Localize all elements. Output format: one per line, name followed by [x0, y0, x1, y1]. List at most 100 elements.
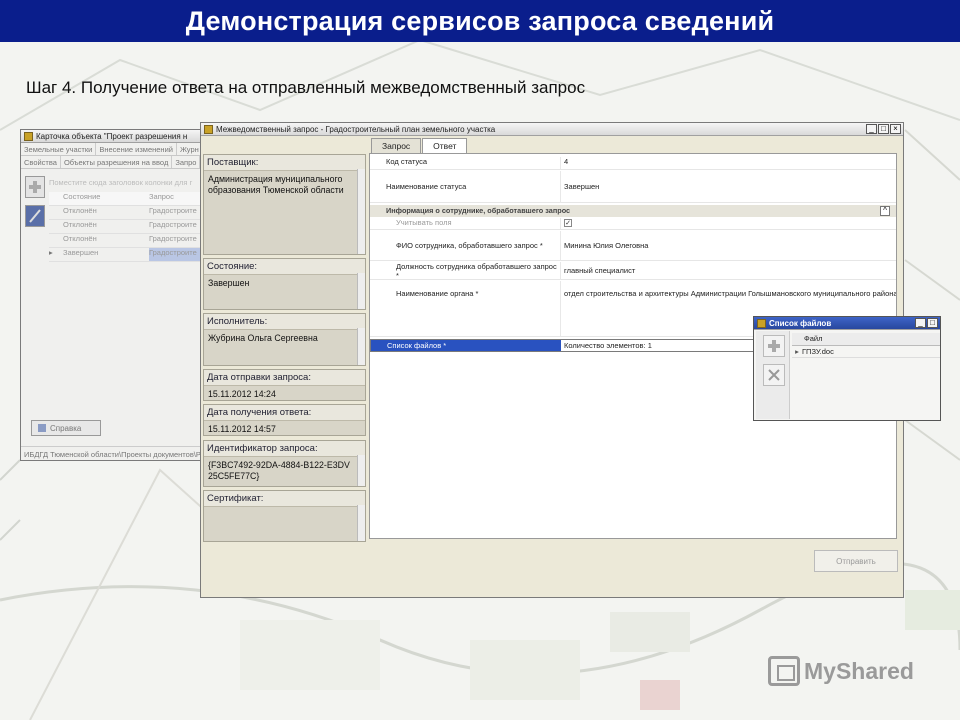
- help-label: Справка: [50, 423, 82, 433]
- send-button[interactable]: Отправить: [814, 550, 898, 572]
- table-row[interactable]: Отклонён Градостроите: [49, 206, 203, 220]
- status-name-row: Наименование статуса Завершен: [370, 170, 896, 203]
- tab-land-plots[interactable]: Земельные участки: [21, 143, 97, 155]
- status-name-label: Наименование статуса: [386, 182, 467, 191]
- sent-date-label: Дата отправки запроса:: [204, 370, 365, 386]
- position-row: Должность сотрудника обработавшего запро…: [370, 261, 896, 280]
- state-value: Завершен: [208, 278, 250, 288]
- table-row[interactable]: Отклонён Градостроите: [49, 234, 203, 248]
- add-file-button[interactable]: [763, 335, 785, 357]
- sent-date-value: 15.11.2012 14:24: [208, 389, 276, 399]
- cell-state: Отклонён: [63, 220, 97, 229]
- certificate-value: [204, 507, 365, 513]
- position-value[interactable]: главный специалист: [560, 261, 896, 280]
- watermark: MyShared: [768, 656, 914, 686]
- consider-fields-label: Учитывать поля: [396, 218, 452, 227]
- request-window-titlebar[interactable]: Межведомственный запрос - Градостроитель…: [201, 123, 903, 136]
- consider-fields-row: Учитывать поля ✓: [370, 218, 896, 230]
- object-card-titlebar[interactable]: Карточка объекта "Проект разрешения н: [21, 130, 201, 143]
- fio-row: ФИО сотрудника, обработавшего запрос * М…: [370, 230, 896, 261]
- status-code-value[interactable]: 4: [560, 157, 896, 169]
- tab-permit-objects[interactable]: Объекты разрешения на ввод: [61, 156, 173, 168]
- table-row[interactable]: Отклонён Градостроите: [49, 220, 203, 234]
- edit-button[interactable]: [25, 205, 45, 227]
- organ-label: Наименование органа *: [396, 289, 479, 298]
- help-icon: [38, 424, 46, 432]
- status-code-row: Код статуса 4: [370, 157, 896, 170]
- file-list-window: Список файлов _ □ Файл ▸ ГПЗУ.doc: [753, 316, 941, 421]
- maximize-button[interactable]: □: [878, 124, 889, 134]
- delete-icon: [768, 369, 780, 381]
- sent-date-field: Дата отправки запроса: 15.11.2012 14:24: [203, 369, 366, 401]
- scrollbar[interactable]: [357, 455, 365, 486]
- file-list-window-controls: _ □: [915, 318, 938, 328]
- window-icon: [24, 131, 33, 141]
- certificate-field: Сертификат:: [203, 490, 366, 542]
- tab-requests[interactable]: Запро: [172, 156, 201, 168]
- executor-value: Жубрина Ольга Сергеевна: [208, 333, 318, 343]
- request-tabs: Запрос Ответ: [371, 138, 468, 153]
- scrollbar[interactable]: [357, 273, 365, 309]
- close-button[interactable]: ×: [890, 124, 901, 134]
- object-card-window: Карточка объекта "Проект разрешения н Зе…: [20, 129, 203, 461]
- file-list-window-title: Список файлов: [769, 318, 832, 328]
- tab-properties[interactable]: Свойства: [21, 156, 61, 168]
- fio-value[interactable]: Минина Юлия Олеговна: [560, 230, 896, 261]
- fio-label: ФИО сотрудника, обработавшего запрос *: [396, 241, 543, 250]
- minimize-button[interactable]: _: [915, 318, 926, 328]
- plus-icon: [29, 181, 41, 193]
- scrollbar[interactable]: [357, 169, 365, 254]
- position-label: Должность сотрудника обработавшего запро…: [396, 261, 557, 280]
- cell-request: Градостроите: [149, 248, 203, 261]
- collapse-button[interactable]: ^: [880, 206, 890, 216]
- delete-file-button[interactable]: [763, 364, 785, 386]
- file-list-toolbar: [756, 331, 790, 419]
- row-pointer: ▸: [795, 347, 799, 356]
- object-card-tabs-row2: Свойства Объекты разрешения на ввод Запр…: [21, 156, 201, 169]
- consider-fields-checkbox[interactable]: ✓: [564, 219, 572, 227]
- tab-response[interactable]: Ответ: [422, 138, 468, 153]
- add-button[interactable]: [25, 176, 45, 198]
- received-date-value: 15.11.2012 14:57: [208, 424, 276, 434]
- employee-section-header[interactable]: Информация о сотруднике, обработавшего з…: [370, 205, 896, 217]
- supplier-value: Администрация муниципального образования…: [208, 174, 344, 195]
- step-caption: Шаг 4. Получение ответа на отправленный …: [26, 78, 586, 97]
- minimize-button[interactable]: _: [866, 124, 877, 134]
- employee-section-title: Информация о сотруднике, обработавшего з…: [386, 206, 571, 215]
- state-label: Состояние:: [204, 259, 365, 275]
- table-row[interactable]: ▸ ГПЗУ.doc: [792, 346, 940, 358]
- executor-field: Исполнитель: Жубрина Ольга Сергеевна: [203, 313, 366, 366]
- table-row[interactable]: ▸ Завершен Градостроите: [49, 248, 203, 262]
- watermark-text: MyShared: [804, 657, 914, 684]
- scrollbar[interactable]: [357, 505, 365, 541]
- col-request[interactable]: Запрос: [149, 192, 203, 205]
- file-column-header[interactable]: Файл: [792, 333, 940, 346]
- help-button[interactable]: Справка: [31, 420, 101, 436]
- state-field: Состояние: Завершен: [203, 258, 366, 310]
- object-card-tabs-row1: Земельные участки Внесение изменений Жур…: [21, 143, 203, 156]
- file-list-table: Файл ▸ ГПЗУ.doc: [792, 333, 940, 358]
- requests-grid: Состояние Запрос Отклонён Градостроите О…: [49, 192, 203, 262]
- certificate-label: Сертификат:: [204, 491, 365, 507]
- cell-state: Завершен: [63, 248, 99, 257]
- scrollbar[interactable]: [357, 328, 365, 365]
- window-icon: [757, 318, 766, 328]
- tab-journal[interactable]: Журн: [177, 143, 203, 155]
- maximize-button[interactable]: □: [927, 318, 938, 328]
- tab-changes[interactable]: Внесение изменений: [96, 143, 177, 155]
- status-name-value[interactable]: Завершен: [560, 170, 896, 203]
- cell-request: Градостроите: [149, 206, 197, 215]
- grid-header: Состояние Запрос: [49, 192, 203, 206]
- cell-request: Градостроите: [149, 220, 197, 229]
- file-list-titlebar[interactable]: Список файлов: [754, 317, 940, 330]
- watermark-logo-icon: [768, 656, 800, 686]
- tab-request[interactable]: Запрос: [371, 138, 422, 153]
- supplier-field: Поставщик: Администрация муниципального …: [203, 154, 366, 255]
- object-card-title: Карточка объекта "Проект разрешения н: [36, 131, 188, 141]
- executor-label: Исполнитель:: [204, 314, 365, 330]
- col-state[interactable]: Состояние: [61, 192, 149, 205]
- group-by-hint: Поместите сюда заголовок колонки для г: [49, 178, 193, 187]
- file-name: ГПЗУ.doc: [802, 347, 834, 356]
- request-window-title: Межведомственный запрос - Градостроитель…: [216, 124, 496, 134]
- window-controls: _ □ ×: [866, 124, 901, 134]
